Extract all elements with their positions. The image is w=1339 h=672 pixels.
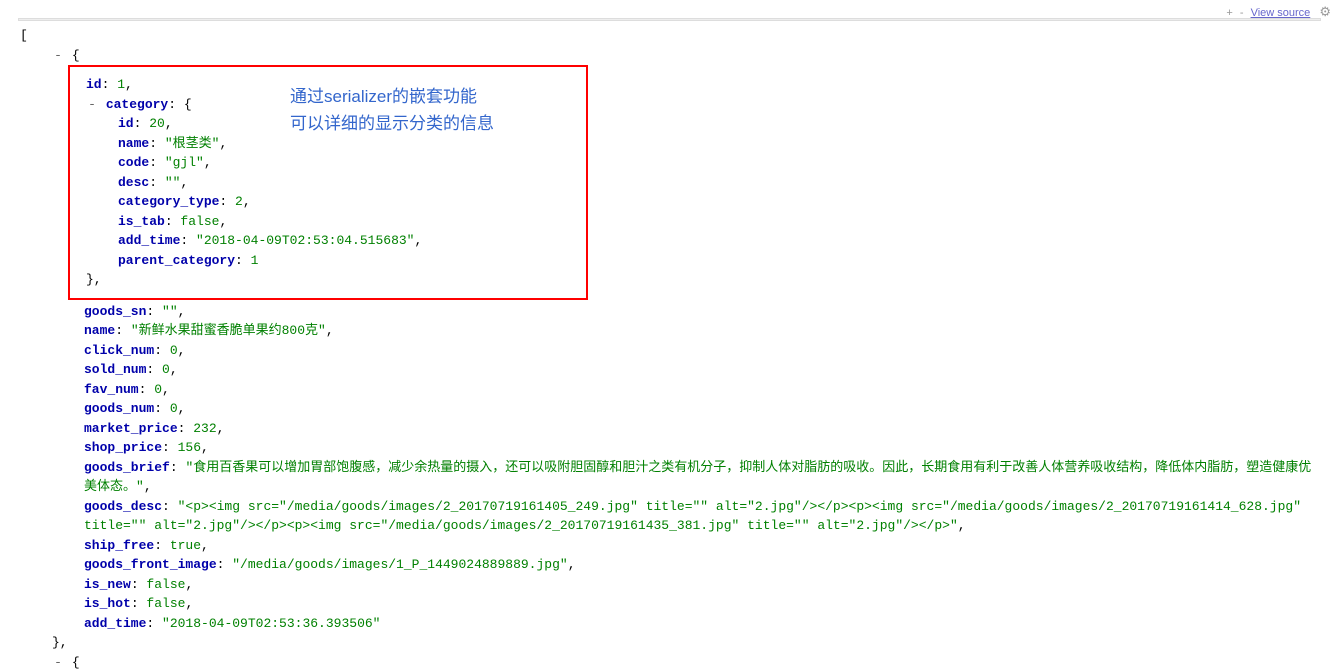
json-field: name: "新鲜水果甜蜜香脆单果约800克", <box>84 321 1319 341</box>
json-field: click_num: 0, <box>84 341 1319 361</box>
annotation-line1: 通过serializer的嵌套功能 <box>290 83 494 110</box>
json-field: desc: "", <box>118 173 580 193</box>
annotation-text: 通过serializer的嵌套功能 可以详细的显示分类的信息 <box>290 83 494 137</box>
object-close: }, <box>86 270 580 290</box>
annotation-line2: 可以详细的显示分类的信息 <box>290 110 494 137</box>
json-field: goods_front_image: "/media/goods/images/… <box>84 555 1319 575</box>
json-field: category_type: 2, <box>118 192 580 212</box>
json-field: ship_free: true, <box>84 536 1319 556</box>
object-open: - { <box>52 46 1319 66</box>
json-field: shop_price: 156, <box>84 438 1319 458</box>
json-field: add_time: "2018-04-09T02:53:36.393506" <box>84 614 1319 634</box>
json-field: is_new: false, <box>84 575 1319 595</box>
collapse-toggle[interactable]: - <box>86 95 98 115</box>
json-field: parent_category: 1 <box>118 251 580 271</box>
json-field: goods_sn: "", <box>84 302 1319 322</box>
object-open: - { <box>52 653 1319 672</box>
json-field: add_time: "2018-04-09T02:53:04.515683", <box>118 231 580 251</box>
json-field: goods_brief: "食用百香果可以增加胃部饱腹感，减少余热量的摄入，还可… <box>84 458 1319 497</box>
highlighted-region: 通过serializer的嵌套功能 可以详细的显示分类的信息 id: 1, - … <box>68 65 588 300</box>
collapse-toggle[interactable]: - <box>52 46 64 66</box>
json-field: fav_num: 0, <box>84 380 1319 400</box>
json-viewer: [ - { 通过serializer的嵌套功能 可以详细的显示分类的信息 id:… <box>20 26 1319 672</box>
json-field: is_tab: false, <box>118 212 580 232</box>
gear-icon[interactable]: ⚙ <box>1319 4 1331 19</box>
json-field: is_hot: false, <box>84 594 1319 614</box>
horizontal-scrollbar[interactable] <box>18 18 1321 21</box>
array-open: [ <box>20 26 1319 46</box>
json-field: code: "gjl", <box>118 153 580 173</box>
json-field: goods_desc: "<p><img src="/media/goods/i… <box>84 497 1319 536</box>
json-field: market_price: 232, <box>84 419 1319 439</box>
collapse-toggle[interactable]: - <box>52 653 64 672</box>
json-field: goods_num: 0, <box>84 399 1319 419</box>
object-close: }, <box>52 633 1319 653</box>
json-field: sold_num: 0, <box>84 360 1319 380</box>
